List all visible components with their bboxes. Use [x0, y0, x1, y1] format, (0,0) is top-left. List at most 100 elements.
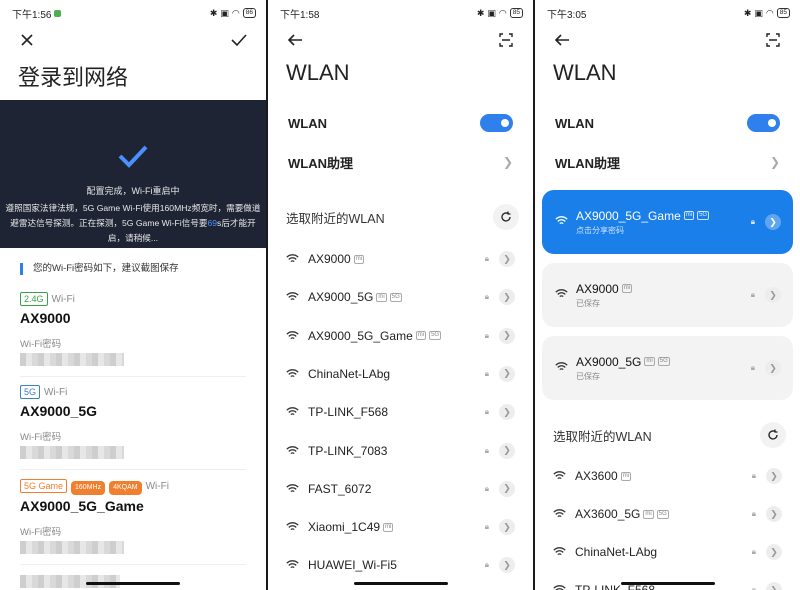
details-arrow-icon[interactable]: ❯	[499, 365, 515, 382]
wifi-signal-icon	[286, 560, 300, 570]
network-name: AX9000	[576, 281, 619, 296]
details-arrow-icon[interactable]: ❯	[765, 360, 781, 376]
wifi-signal-icon	[286, 254, 300, 264]
lock-icon: 🔒︎	[484, 292, 489, 302]
home-indicator[interactable]	[353, 582, 448, 585]
wifi-signal-icon	[553, 471, 567, 481]
wifi-signal-icon	[286, 369, 300, 379]
countdown-value: 69	[207, 218, 218, 228]
details-arrow-icon[interactable]: ❯	[499, 251, 515, 267]
panel-wlan-list: 下午1:58 ✱ ▣ ◠ 85 WLAN WLAN WLAN助理 ❯ 选取附近的…	[268, 0, 533, 590]
wlan-assistant-row[interactable]: WLAN助理 ❯	[288, 151, 513, 173]
wlan-assistant-row[interactable]: WLAN助理 ❯	[555, 151, 780, 173]
wifi-network-row[interactable]: AX9000_5G_Game mi 5G 🔒︎ ❯	[286, 321, 515, 351]
password-blurred	[20, 541, 124, 554]
success-check-icon	[118, 145, 148, 168]
wifi-network-row[interactable]: TP-LINK_7083 🔒︎ ❯	[286, 436, 515, 466]
wifi-network-row[interactable]: TP-LINK_F568 🔒︎ ❯	[286, 397, 515, 427]
details-arrow-icon[interactable]: ❯	[766, 582, 782, 590]
saved-network-card[interactable]: AX9000_5G mi 5G 已保存 🔒︎ ❯	[542, 336, 793, 400]
status-bar: 下午3:05 ✱ ▣ ◠ 85	[547, 6, 790, 21]
network-name: ChinaNet-LAbg	[575, 545, 658, 559]
status-bar: 下午1:56 ✱ ▣ ◠ 86	[12, 6, 256, 21]
close-icon[interactable]	[16, 29, 38, 51]
banner-body-text: 遵照国家法律法规，5G Game Wi-Fi使用160MHz频宽时，需要做道避雷…	[5, 203, 261, 243]
home-indicator[interactable]	[620, 582, 715, 585]
mi-badge: mi	[415, 331, 427, 341]
details-arrow-icon[interactable]: ❯	[499, 289, 515, 306]
back-arrow-icon[interactable]	[551, 29, 573, 51]
band-badge: 5G	[697, 211, 710, 220]
wlan-label: WLAN	[288, 115, 327, 131]
wlan-toggle[interactable]	[747, 114, 780, 132]
sim-icon: ▣	[754, 8, 763, 18]
section-label: 选取附近的WLAN	[553, 429, 652, 444]
details-arrow-icon[interactable]: ❯	[765, 287, 781, 303]
wifi-signal-icon	[553, 585, 567, 590]
status-time: 下午3:05	[547, 9, 587, 21]
details-arrow-icon[interactable]: ❯	[499, 519, 515, 536]
wifi-network-row[interactable]: HUAWEI_Wi-Fi5 🔒︎ ❯	[286, 550, 515, 580]
wlan-toggle-row[interactable]: WLAN	[288, 112, 513, 134]
lock-icon: 🔒︎	[751, 585, 756, 590]
lock-icon: 🔒︎	[751, 509, 756, 518]
wifi-network-row[interactable]: ChinaNet-LAbg 🔒︎ ❯	[553, 537, 782, 567]
details-arrow-icon[interactable]: ❯	[766, 468, 782, 484]
bluetooth-icon: ✱	[209, 8, 218, 18]
wifi-network-row[interactable]: AX3600 mi 🔒︎ ❯	[553, 461, 782, 491]
mi-badge: mi	[353, 254, 365, 264]
refresh-icon[interactable]	[760, 422, 786, 448]
network-name: AX9000_5G	[576, 354, 642, 369]
battery-icon: 85	[509, 8, 523, 18]
details-arrow-icon[interactable]: ❯	[499, 480, 515, 497]
wifi-signal-icon	[555, 359, 568, 377]
wifi-network-row[interactable]: ChinaNet-LAbg 🔒︎ ❯	[286, 359, 515, 389]
scan-icon[interactable]	[762, 29, 784, 51]
confirm-check-icon[interactable]	[228, 29, 250, 51]
sim-icon: ▣	[487, 8, 496, 18]
wifi-network-row[interactable]: FAST_6072 🔒︎ ❯	[286, 474, 515, 504]
network-credential-block: 5G Wi-Fi AX9000_5G Wi-Fi密码	[20, 382, 246, 470]
password-label: Wi-Fi密码	[20, 527, 62, 538]
lock-icon: 🔒︎	[751, 547, 756, 556]
nearby-section-header: 选取附近的WLAN	[286, 204, 519, 230]
back-arrow-icon[interactable]	[284, 29, 306, 51]
details-arrow-icon[interactable]: ❯	[499, 557, 515, 574]
wifi-signal-icon	[286, 330, 300, 341]
details-arrow-icon[interactable]: ❯	[499, 327, 515, 344]
details-arrow-icon[interactable]: ❯	[766, 544, 782, 560]
details-arrow-icon[interactable]: ❯	[766, 506, 782, 522]
network-name: TP-LINK_F568	[308, 405, 389, 420]
bluetooth-icon: ✱	[476, 8, 485, 18]
password-note: 您的Wi-Fi密码如下，建议截图保存	[20, 263, 179, 275]
saved-network-card[interactable]: AX9000_5G_Game mi 5G 点击分享密码 🔒︎ ❯	[542, 190, 793, 254]
scan-icon[interactable]	[495, 29, 517, 51]
wifi-signal-icon	[555, 286, 568, 304]
lock-icon: 🔒︎	[750, 217, 755, 226]
status-time: 下午1:58	[280, 9, 320, 21]
wifi-signal-icon	[553, 547, 567, 557]
page-title: WLAN	[286, 60, 350, 85]
network-status: 已保存	[576, 371, 600, 381]
wlan-assistant-label: WLAN助理	[555, 155, 620, 171]
wifi-network-row[interactable]: Xiaomi_1C49 mi 🔒︎ ❯	[286, 512, 515, 542]
wlan-assistant-label: WLAN助理	[288, 155, 353, 171]
band-badge: 5G	[657, 357, 670, 366]
details-arrow-icon[interactable]: ❯	[499, 442, 515, 459]
battery-icon: 85	[776, 8, 790, 18]
lock-icon: 🔒︎	[750, 290, 755, 299]
lock-icon: 🔒︎	[484, 330, 489, 340]
details-arrow-icon[interactable]: ❯	[765, 214, 781, 230]
wifi-network-row[interactable]: AX9000_5G mi 5G 🔒︎ ❯	[286, 282, 515, 312]
home-indicator[interactable]	[86, 582, 180, 585]
saved-network-card[interactable]: AX9000 mi 已保存 🔒︎ ❯	[542, 263, 793, 327]
details-arrow-icon[interactable]: ❯	[499, 404, 515, 421]
refresh-icon[interactable]	[493, 204, 519, 230]
wifi-status-icon: ◠	[765, 8, 774, 18]
network-name: TP-LINK_7083	[308, 443, 388, 458]
wlan-toggle-row[interactable]: WLAN	[555, 112, 780, 134]
wlan-toggle[interactable]	[480, 114, 513, 132]
password-label: Wi-Fi密码	[20, 339, 62, 350]
wifi-network-row[interactable]: AX9000 mi 🔒︎ ❯	[286, 244, 515, 274]
wifi-network-row[interactable]: AX3600_5G mi 5G 🔒︎ ❯	[553, 499, 782, 529]
